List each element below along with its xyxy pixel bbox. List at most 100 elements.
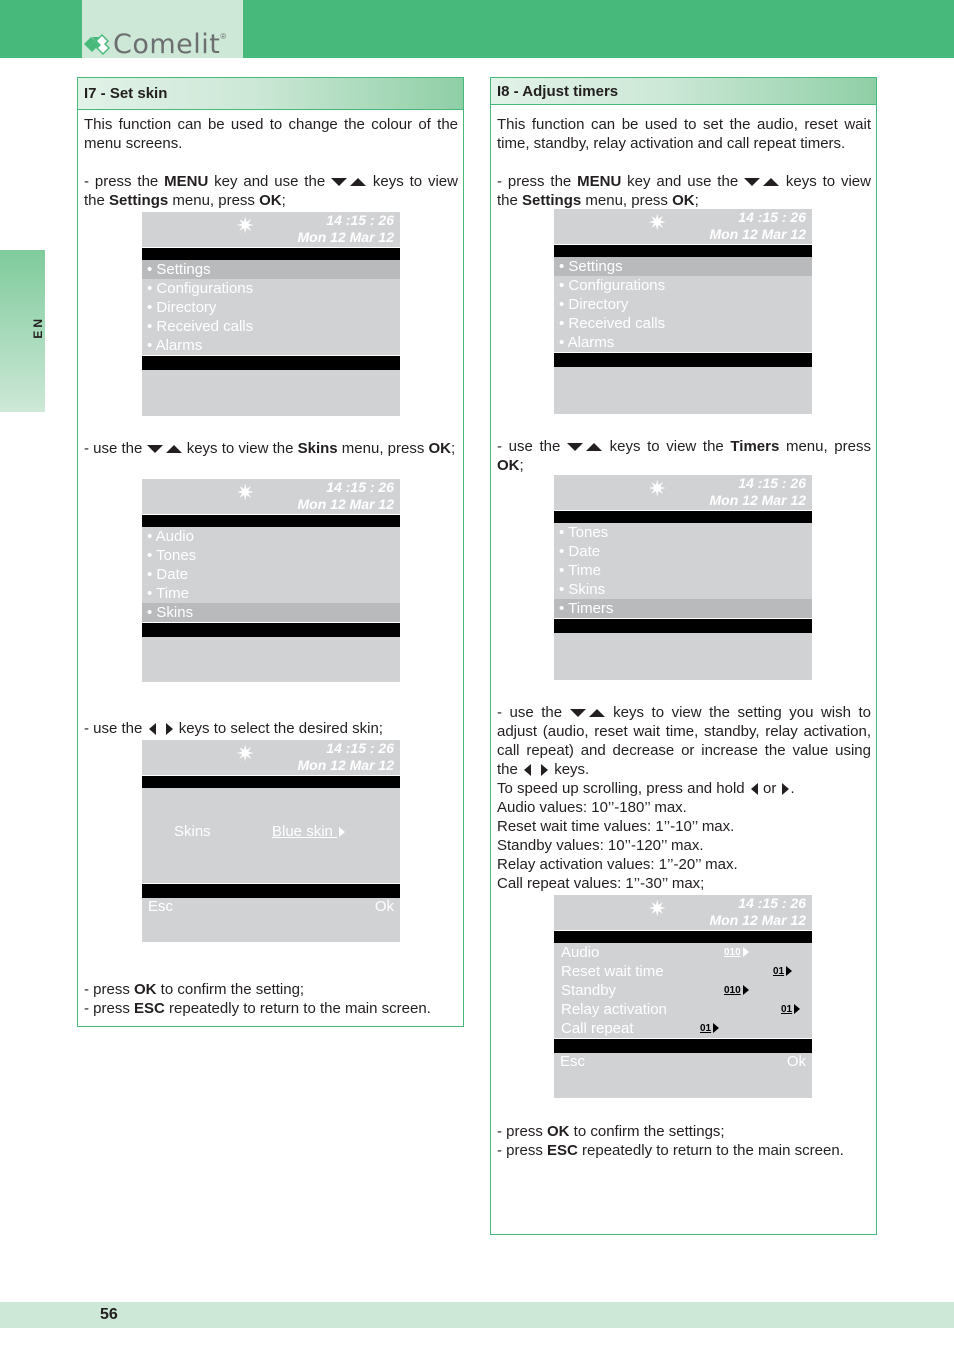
chevron-right-icon	[794, 1004, 801, 1015]
page-number: 56	[100, 1306, 118, 1323]
sun-icon: ✷	[236, 480, 255, 505]
call-repeat-values: Call repeat values: 1’’-30’’ max;	[497, 875, 705, 892]
clock-readout: 14 :15 : 26 Mon 12 Mar 12	[297, 212, 394, 245]
step-text: - use the keys to select the desired ski…	[84, 720, 383, 737]
step-text: - press ESC repeatedly to return to the …	[497, 1142, 844, 1159]
menu-item-received-calls[interactable]: • Received calls	[142, 317, 400, 336]
ok-softkey[interactable]: Ok	[375, 898, 394, 915]
menu-item-date[interactable]: • Date	[554, 542, 812, 561]
step-text: - press OK to confirm the settings;	[497, 1123, 725, 1140]
menu-item-directory[interactable]: • Directory	[554, 295, 812, 314]
down-up-arrows-icon	[566, 443, 602, 452]
device-screen-settings-menu: ✷ 14 :15 : 26 Mon 12 Mar 12 • Audio • Ton…	[142, 479, 400, 682]
brand-name: Comelit	[113, 28, 221, 60]
screen-divider	[554, 1038, 812, 1053]
menu-item-skins[interactable]: • Skins	[554, 580, 812, 599]
relay-activation-values: Relay activation values: 1’’-20’’ max.	[497, 856, 738, 873]
step-text: - press ESC repeatedly to return to the …	[84, 1000, 431, 1017]
menu-item-directory[interactable]: • Directory	[142, 298, 400, 317]
skin-selector[interactable]: Blue skin	[272, 823, 346, 840]
step-text: - press OK to confirm the setting;	[84, 981, 305, 998]
screen-divider	[554, 510, 812, 523]
clock-readout: 14 :15 : 26 Mon 12 Mar 12	[709, 209, 806, 242]
timer-row-standby[interactable]: Standby 010	[554, 981, 812, 1000]
chevron-right-icon	[713, 1023, 720, 1034]
device-screen-timers: ✷ 14 :15 : 26 Mon 12 Mar 12 Audio 010 Rese…	[554, 895, 812, 1098]
down-up-arrows-icon	[744, 178, 780, 187]
left-arrow-icon	[750, 783, 758, 796]
right-arrow-icon	[781, 783, 789, 796]
clock-readout: 14 :15 : 26 Mon 12 Mar 12	[709, 475, 806, 508]
sun-icon: ✷	[648, 896, 667, 921]
screen-divider	[142, 247, 400, 260]
sun-icon: ✷	[648, 476, 667, 501]
screen-divider	[142, 355, 400, 370]
comelit-logo: Comelit ®	[82, 28, 227, 60]
sun-icon: ✷	[236, 213, 255, 238]
menu-item-tones[interactable]: • Tones	[554, 523, 812, 542]
left-right-arrows-icon	[148, 723, 173, 736]
sun-icon: ✷	[236, 741, 255, 766]
timer-row-audio[interactable]: Audio 010	[554, 943, 812, 962]
intro-text: This function can be used to change the …	[84, 116, 458, 152]
timer-row-call-repeat[interactable]: Call repeat 01	[554, 1019, 812, 1038]
chevron-right-icon	[742, 947, 749, 958]
menu-item-alarms[interactable]: • Alarms	[554, 333, 812, 352]
menu-item-date[interactable]: • Date	[142, 565, 400, 584]
menu-item-timers[interactable]: • Timers	[554, 599, 812, 618]
menu-item-settings[interactable]: • Settings	[554, 257, 812, 276]
menu-item-time[interactable]: • Time	[142, 584, 400, 603]
timer-value: 01	[773, 962, 793, 981]
screen-divider	[554, 930, 812, 943]
step-text: - use the keys to view the Timers menu, …	[497, 438, 871, 474]
footer-band	[0, 1302, 954, 1328]
section-title: I7 - Set skin	[78, 78, 463, 110]
language-label: EN	[31, 316, 45, 339]
menu-item-skins[interactable]: • Skins	[142, 603, 400, 622]
esc-softkey[interactable]: Esc	[560, 1053, 585, 1070]
device-screen-main-menu: ✷ 14 :15 : 26 Mon 12 Mar 12 • Settings • …	[554, 209, 812, 414]
down-up-arrows-icon	[569, 709, 605, 718]
section-adjust-timers: I8 - Adjust timers This function can be …	[490, 77, 877, 1235]
chevron-right-icon	[339, 827, 346, 838]
timer-row-relay-activation[interactable]: Relay activation 01	[554, 1000, 812, 1019]
menu-item-time[interactable]: • Time	[554, 561, 812, 580]
intro-text: This function can be used to set the aud…	[497, 116, 871, 152]
screen-divider	[142, 514, 400, 527]
step-text: - press the MENU key and use the keys to…	[497, 173, 871, 209]
menu-item-configurations[interactable]: • Configurations	[142, 279, 400, 298]
timer-value: 01	[781, 1000, 801, 1019]
standby-values: Standby values: 10’’-120’’ max.	[497, 837, 704, 854]
timer-value: 010	[724, 943, 749, 962]
screen-divider	[554, 244, 812, 257]
menu-item-tones[interactable]: • Tones	[142, 546, 400, 565]
clock-readout: 14 :15 : 26 Mon 12 Mar 12	[297, 740, 394, 773]
menu-item-alarms[interactable]: • Alarms	[142, 336, 400, 355]
step-text: - use the keys to view the Skins menu, p…	[84, 440, 456, 457]
ok-softkey[interactable]: Ok	[787, 1053, 806, 1070]
menu-item-configurations[interactable]: • Configurations	[554, 276, 812, 295]
comelit-mark-icon	[84, 34, 110, 55]
menu-item-audio[interactable]: • Audio	[142, 527, 400, 546]
left-right-arrows-icon	[524, 764, 549, 777]
clock-readout: 14 :15 : 26 Mon 12 Mar 12	[709, 895, 806, 928]
esc-softkey[interactable]: Esc	[148, 898, 173, 915]
timer-row-reset-wait-time[interactable]: Reset wait time 01	[554, 962, 812, 981]
screen-divider	[142, 775, 400, 788]
registered-mark: ®	[220, 32, 227, 41]
menu-item-received-calls[interactable]: • Received calls	[554, 314, 812, 333]
screen-divider	[142, 883, 400, 898]
chevron-right-icon	[742, 985, 749, 996]
skins-label: Skins	[174, 823, 211, 840]
audio-values: Audio values: 10’’-180’’ max.	[497, 799, 687, 816]
timer-value: 01	[700, 1019, 720, 1038]
down-up-arrows-icon	[146, 445, 182, 454]
device-screen-main-menu: ✷ 14 :15 : 26 Mon 12 Mar 12 • Settings • …	[142, 212, 400, 416]
timer-values-list: Audio values: 10’’-180’’ max. Reset wait…	[497, 798, 871, 893]
section-title: I8 - Adjust timers	[491, 78, 876, 105]
menu-item-settings[interactable]: • Settings	[142, 260, 400, 279]
down-up-arrows-icon	[331, 178, 367, 187]
clock-readout: 14 :15 : 26 Mon 12 Mar 12	[297, 479, 394, 512]
timer-value: 010	[724, 981, 749, 1000]
screen-divider	[142, 622, 400, 637]
